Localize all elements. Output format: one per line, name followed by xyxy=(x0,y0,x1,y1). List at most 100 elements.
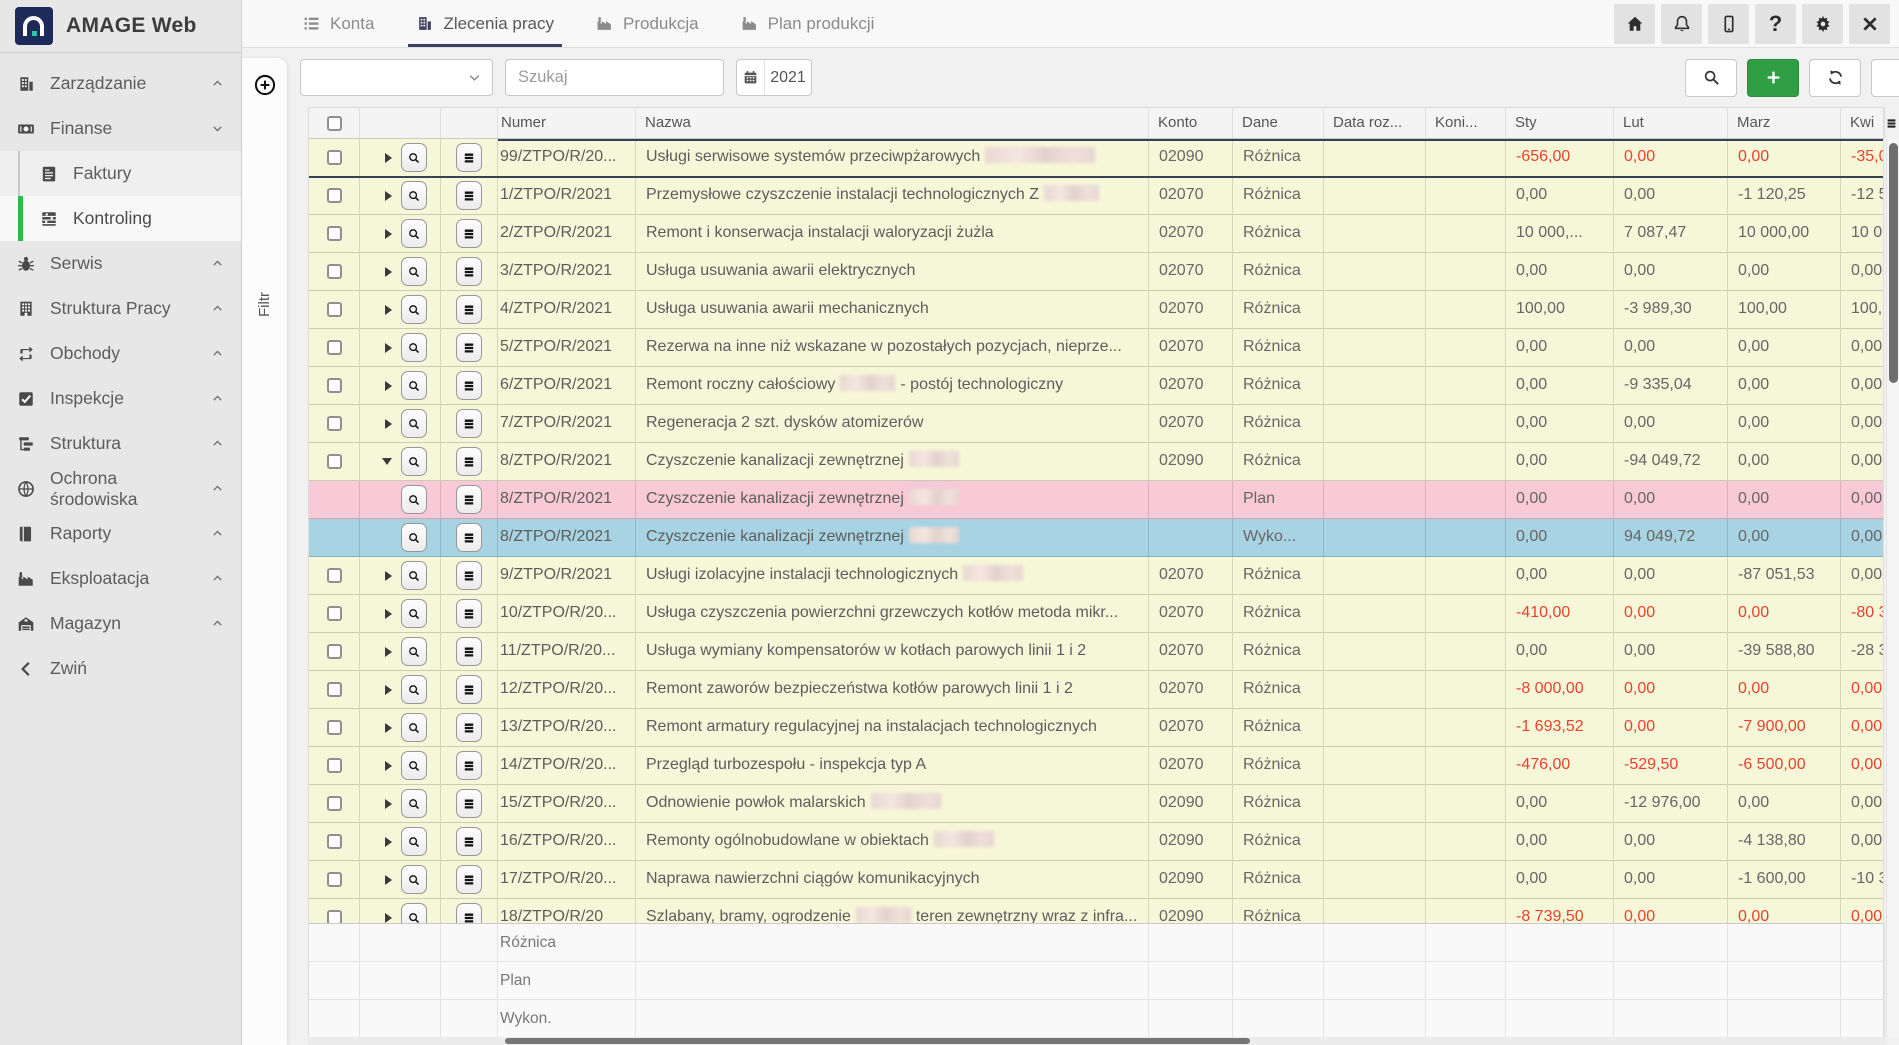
row-menu-button[interactable] xyxy=(456,219,482,248)
table-row[interactable]: 8/ZTPO/R/2021Czyszczenie kanalizacji zew… xyxy=(309,443,1883,481)
column-header-marz[interactable]: Marz xyxy=(1728,108,1841,138)
vertical-scrollbar-thumb[interactable] xyxy=(1889,143,1898,383)
table-row[interactable]: 8/ZTPO/R/2021Czyszczenie kanalizacji zew… xyxy=(309,481,1883,519)
column-header-lut[interactable]: Lut xyxy=(1614,108,1728,138)
row-expander-expand[interactable] xyxy=(385,837,392,847)
row-checkbox[interactable] xyxy=(327,872,342,887)
home-button[interactable] xyxy=(1614,4,1655,44)
row-checkbox[interactable] xyxy=(327,910,342,923)
table-row[interactable]: 12/ZTPO/R/20...Remont zaworów bezpieczeń… xyxy=(309,671,1883,709)
column-header-dane[interactable]: Dane xyxy=(1233,108,1324,138)
search-button[interactable] xyxy=(1685,59,1737,97)
row-expander-expand[interactable] xyxy=(385,153,392,163)
table-row[interactable]: 9/ZTPO/R/2021Usługi izolacyjne instalacj… xyxy=(309,557,1883,595)
filter-panel-toggle[interactable]: Filtr xyxy=(256,282,273,327)
calendar-button[interactable] xyxy=(737,60,765,95)
row-detail-button[interactable] xyxy=(401,827,427,856)
column-header-numer[interactable]: Numer xyxy=(498,108,636,138)
tab-produkcja[interactable]: Produkcja xyxy=(588,0,707,47)
horizontal-scrollbar[interactable] xyxy=(308,1037,1886,1045)
sidebar-item-zarządzanie[interactable]: Zarządzanie xyxy=(0,61,241,106)
more-button[interactable] xyxy=(1871,59,1899,97)
table-row[interactable]: 7/ZTPO/R/2021Regeneracja 2 szt. dysków a… xyxy=(309,405,1883,443)
row-checkbox[interactable] xyxy=(327,606,342,621)
sidebar-item-ochrona-środowiska[interactable]: Ochrona środowiska xyxy=(0,466,241,511)
horizontal-scrollbar-thumb[interactable] xyxy=(505,1038,1250,1044)
row-detail-button[interactable] xyxy=(401,903,427,923)
row-detail-button[interactable] xyxy=(401,789,427,818)
row-menu-button[interactable] xyxy=(456,257,482,286)
row-checkbox[interactable] xyxy=(327,188,342,203)
row-menu-button[interactable] xyxy=(456,409,482,438)
row-expander-expand[interactable] xyxy=(385,647,392,657)
sidebar-item-struktura[interactable]: Struktura xyxy=(0,421,241,466)
row-detail-button[interactable] xyxy=(401,485,427,514)
row-checkbox[interactable] xyxy=(327,416,342,431)
row-checkbox[interactable] xyxy=(327,720,342,735)
row-detail-button[interactable] xyxy=(401,523,427,552)
filter-add-button[interactable] xyxy=(252,72,278,98)
sidebar-item-kontroling[interactable]: Kontroling xyxy=(0,196,241,241)
column-header-nazwa[interactable]: Nazwa xyxy=(636,108,1149,138)
table-row[interactable]: 2/ZTPO/R/2021Remont i konserwacja instal… xyxy=(309,215,1883,253)
row-menu-button[interactable] xyxy=(456,295,482,324)
row-menu-button[interactable] xyxy=(456,561,482,590)
row-detail-button[interactable] xyxy=(401,371,427,400)
column-picker-button[interactable] xyxy=(1884,107,1899,140)
row-menu-button[interactable] xyxy=(456,485,482,514)
row-menu-button[interactable] xyxy=(456,143,482,172)
row-detail-button[interactable] xyxy=(401,713,427,742)
mobile-button[interactable] xyxy=(1708,4,1749,44)
refresh-button[interactable] xyxy=(1809,59,1861,97)
row-expander-expand[interactable] xyxy=(385,571,392,581)
table-row[interactable]: 11/ZTPO/R/20...Usługa wymiany kompensato… xyxy=(309,633,1883,671)
row-detail-button[interactable] xyxy=(401,257,427,286)
row-checkbox[interactable] xyxy=(327,758,342,773)
table-row[interactable]: 1/ZTPO/R/2021Przemysłowe czyszczenie ins… xyxy=(309,177,1883,215)
notifications-button[interactable] xyxy=(1661,4,1702,44)
table-row[interactable]: 99/ZTPO/R/20...Usługi serwisowe systemów… xyxy=(309,139,1883,177)
row-checkbox[interactable] xyxy=(327,568,342,583)
row-checkbox[interactable] xyxy=(327,682,342,697)
row-checkbox[interactable] xyxy=(327,302,342,317)
row-checkbox[interactable] xyxy=(327,378,342,393)
row-expander-expand[interactable] xyxy=(385,913,392,923)
row-checkbox[interactable] xyxy=(327,834,342,849)
row-detail-button[interactable] xyxy=(401,751,427,780)
row-menu-button[interactable] xyxy=(456,713,482,742)
vertical-scrollbar[interactable] xyxy=(1886,139,1899,1037)
table-row[interactable]: 18/ZTPO/R/20Szlabany, bramy, ogrodzeniet… xyxy=(309,899,1883,923)
row-expander-expand[interactable] xyxy=(385,875,392,885)
sidebar-item-serwis[interactable]: Serwis xyxy=(0,241,241,286)
row-expander-expand[interactable] xyxy=(385,799,392,809)
settings-button[interactable] xyxy=(1802,4,1843,44)
row-menu-button[interactable] xyxy=(456,371,482,400)
select-all-checkbox[interactable] xyxy=(327,116,342,131)
row-detail-button[interactable] xyxy=(401,561,427,590)
tab-zlecenia-pracy[interactable]: Zlecenia pracy xyxy=(408,0,562,47)
sidebar-item-faktury[interactable]: Faktury xyxy=(0,151,241,196)
row-detail-button[interactable] xyxy=(401,447,427,476)
row-checkbox[interactable] xyxy=(327,150,342,165)
table-row[interactable]: 10/ZTPO/R/20...Usługa czyszczenia powier… xyxy=(309,595,1883,633)
add-button[interactable] xyxy=(1747,59,1799,97)
row-checkbox[interactable] xyxy=(327,264,342,279)
help-button[interactable]: ? xyxy=(1755,4,1796,44)
row-menu-button[interactable] xyxy=(456,789,482,818)
row-detail-button[interactable] xyxy=(401,333,427,362)
row-expander-collapse[interactable] xyxy=(382,458,392,465)
row-detail-button[interactable] xyxy=(401,865,427,894)
row-detail-button[interactable] xyxy=(401,181,427,210)
row-menu-button[interactable] xyxy=(456,447,482,476)
column-header-koni[interactable]: Koni... xyxy=(1426,108,1506,138)
row-checkbox[interactable] xyxy=(327,226,342,241)
row-checkbox[interactable] xyxy=(327,340,342,355)
row-expander-expand[interactable] xyxy=(385,723,392,733)
sidebar-item-raporty[interactable]: Raporty xyxy=(0,511,241,556)
table-row[interactable]: 16/ZTPO/R/20...Remonty ogólnobudowlane w… xyxy=(309,823,1883,861)
row-detail-button[interactable] xyxy=(401,409,427,438)
table-row[interactable]: 13/ZTPO/R/20...Remont armatury regulacyj… xyxy=(309,709,1883,747)
row-expander-expand[interactable] xyxy=(385,609,392,619)
year-picker[interactable]: 2021 xyxy=(736,59,812,96)
sidebar-item-zwiń[interactable]: Zwiń xyxy=(0,646,241,691)
